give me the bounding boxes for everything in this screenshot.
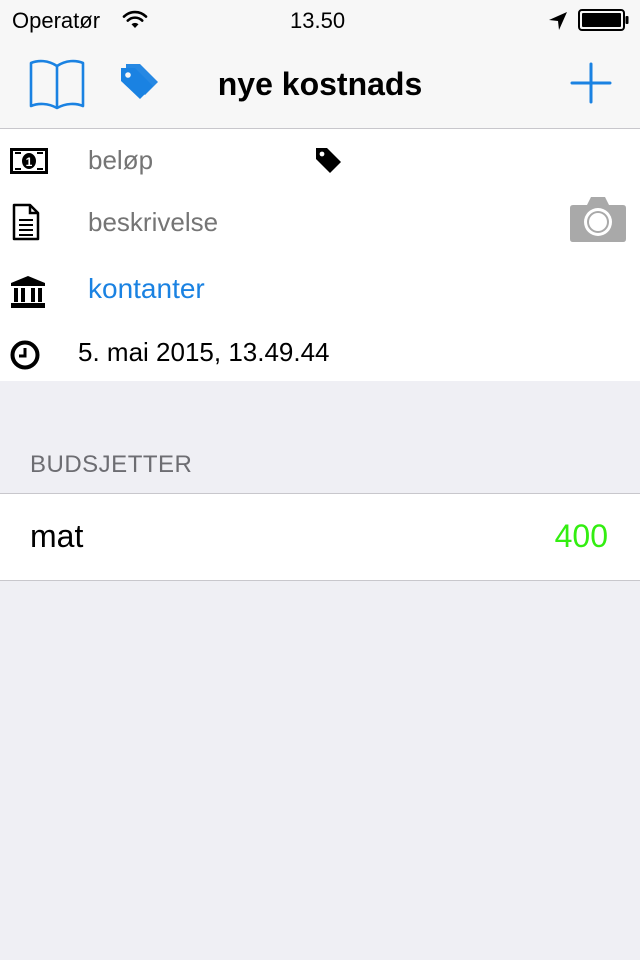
wifi-icon — [122, 10, 148, 35]
document-icon — [12, 203, 40, 246]
add-button[interactable] — [568, 60, 614, 106]
book-button[interactable] — [28, 56, 86, 112]
description-input[interactable] — [88, 207, 488, 238]
svg-text:1: 1 — [26, 155, 33, 169]
location-arrow-icon — [548, 11, 568, 36]
book-icon — [28, 59, 86, 116]
tag-icon[interactable] — [314, 146, 342, 179]
budget-name: mat — [30, 518, 84, 554]
budget-amount: 400 — [554, 518, 608, 554]
date-field[interactable]: 5. mai 2015, 13.49.44 — [78, 337, 330, 368]
camera-icon[interactable] — [569, 193, 627, 248]
budgets-section-header: BUDSJETTER — [30, 451, 193, 478]
page-title: nye kostnads — [217, 66, 423, 102]
battery-icon — [578, 9, 630, 36]
expense-form: 1 kontanter — [0, 129, 640, 381]
status-bar: Operatør 13.50 — [0, 0, 640, 40]
bank-icon — [10, 275, 46, 314]
amount-input[interactable] — [88, 145, 288, 176]
plus-icon — [568, 62, 614, 110]
clock-icon — [10, 340, 40, 375]
clock-time: 13.50 — [290, 8, 346, 33]
banknote-icon: 1 — [10, 148, 48, 179]
account-selector[interactable]: kontanter — [88, 273, 205, 305]
budget-row[interactable]: mat 400 — [0, 493, 640, 581]
navigation-bar: nye kostnads — [0, 40, 640, 129]
carrier-label: Operatør — [12, 8, 101, 33]
